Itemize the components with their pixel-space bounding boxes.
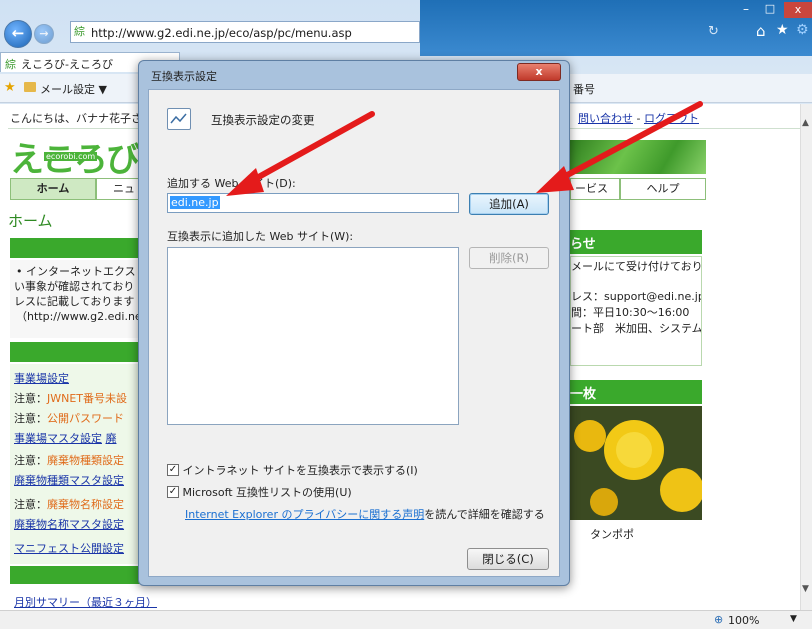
arrow-to-input — [226, 111, 375, 196]
arrow-to-add-button — [536, 101, 703, 193]
annotation-arrows — [226, 101, 703, 196]
